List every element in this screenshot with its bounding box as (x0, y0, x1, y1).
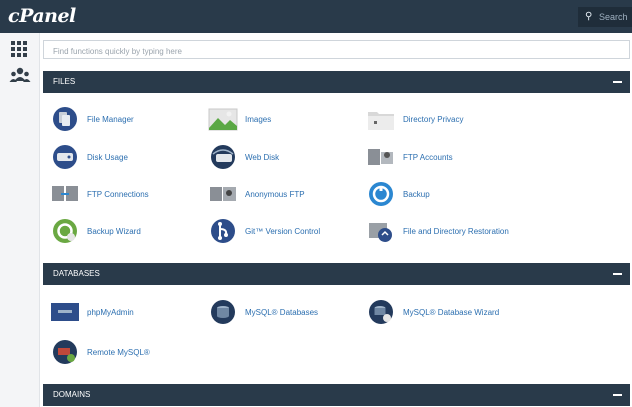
search-icon: ⚲ (585, 11, 593, 22)
git-version-control-link[interactable]: Git™ Version Control (208, 218, 320, 244)
item-label: File and Directory Restoration (403, 226, 509, 236)
filter-input[interactable] (44, 43, 613, 60)
backup-wizard-link[interactable]: Backup Wizard (50, 218, 141, 244)
directory-privacy-link[interactable]: Directory Privacy (366, 106, 463, 132)
top-bar: cPanel ⚲ Search (0, 0, 632, 33)
images-icon (208, 106, 238, 132)
users-icon[interactable] (9, 66, 31, 86)
web-disk-link[interactable]: Web Disk (208, 144, 279, 170)
sidebar (0, 33, 40, 407)
backup-wizard-icon (50, 218, 80, 244)
collapse-icon[interactable] (613, 81, 622, 83)
item-label: FTP Accounts (403, 152, 453, 162)
item-label: Images (245, 114, 272, 124)
section-files-title: FILES (53, 77, 76, 86)
collapse-icon[interactable] (613, 273, 622, 275)
file-restoration-icon (366, 218, 396, 244)
item-label: Git™ Version Control (245, 226, 321, 236)
backup-icon (366, 181, 396, 207)
mysql-wizard-icon (366, 299, 396, 325)
section-databases-header[interactable]: DATABASES (43, 263, 630, 285)
header-search[interactable]: ⚲ Search (578, 7, 632, 27)
file-manager-link[interactable]: File Manager (50, 106, 134, 132)
disk-usage-link[interactable]: Disk Usage (50, 144, 128, 170)
phpmyadmin-link[interactable]: phpMyAdmin (50, 299, 134, 325)
images-link[interactable]: Images (208, 106, 271, 132)
anonymous-ftp-link[interactable]: Anonymous FTP (208, 181, 305, 207)
section-domains-title: DOMAINS (53, 390, 91, 399)
phpmyadmin-icon (50, 299, 80, 325)
disk-usage-icon (50, 144, 80, 170)
ftp-accounts-link[interactable]: FTP Accounts (366, 144, 453, 170)
item-label: Directory Privacy (403, 114, 464, 124)
section-files-header[interactable]: FILES (43, 71, 630, 93)
mysql-database-wizard-link[interactable]: MySQL® Database Wizard (366, 299, 499, 325)
file-manager-icon (50, 106, 80, 132)
ftp-connections-link[interactable]: FTP Connections (50, 181, 149, 207)
anonymous-ftp-icon (208, 181, 238, 207)
cpanel-logo[interactable]: cPanel (8, 5, 76, 27)
item-label: MySQL® Database Wizard (403, 307, 500, 317)
function-filter[interactable] (43, 40, 630, 60)
directory-privacy-icon (366, 106, 396, 132)
item-label: File Manager (87, 114, 134, 124)
backup-link[interactable]: Backup (366, 181, 430, 207)
item-label: MySQL® Databases (245, 307, 319, 317)
item-label: Remote MySQL® (87, 347, 150, 357)
item-label: Backup (403, 189, 430, 199)
remote-mysql-link[interactable]: Remote MySQL® (50, 339, 150, 365)
item-label: Anonymous FTP (245, 189, 305, 199)
item-label: Web Disk (245, 152, 280, 162)
web-disk-icon (208, 144, 238, 170)
ftp-connections-icon (50, 181, 80, 207)
item-label: Disk Usage (87, 152, 128, 162)
grid-icon[interactable] (9, 39, 31, 59)
item-label: FTP Connections (87, 189, 149, 199)
file-restoration-link[interactable]: File and Directory Restoration (366, 218, 509, 244)
item-label: phpMyAdmin (87, 307, 134, 317)
item-label: Backup Wizard (87, 226, 141, 236)
ftp-accounts-icon (366, 144, 396, 170)
remote-mysql-icon (50, 339, 80, 365)
mysql-databases-link[interactable]: MySQL® Databases (208, 299, 318, 325)
section-domains-header[interactable]: DOMAINS (43, 384, 630, 406)
collapse-icon[interactable] (613, 394, 622, 396)
section-databases-title: DATABASES (53, 269, 100, 278)
header-search-placeholder: Search (599, 12, 628, 22)
git-icon (208, 218, 238, 244)
mysql-databases-icon (208, 299, 238, 325)
